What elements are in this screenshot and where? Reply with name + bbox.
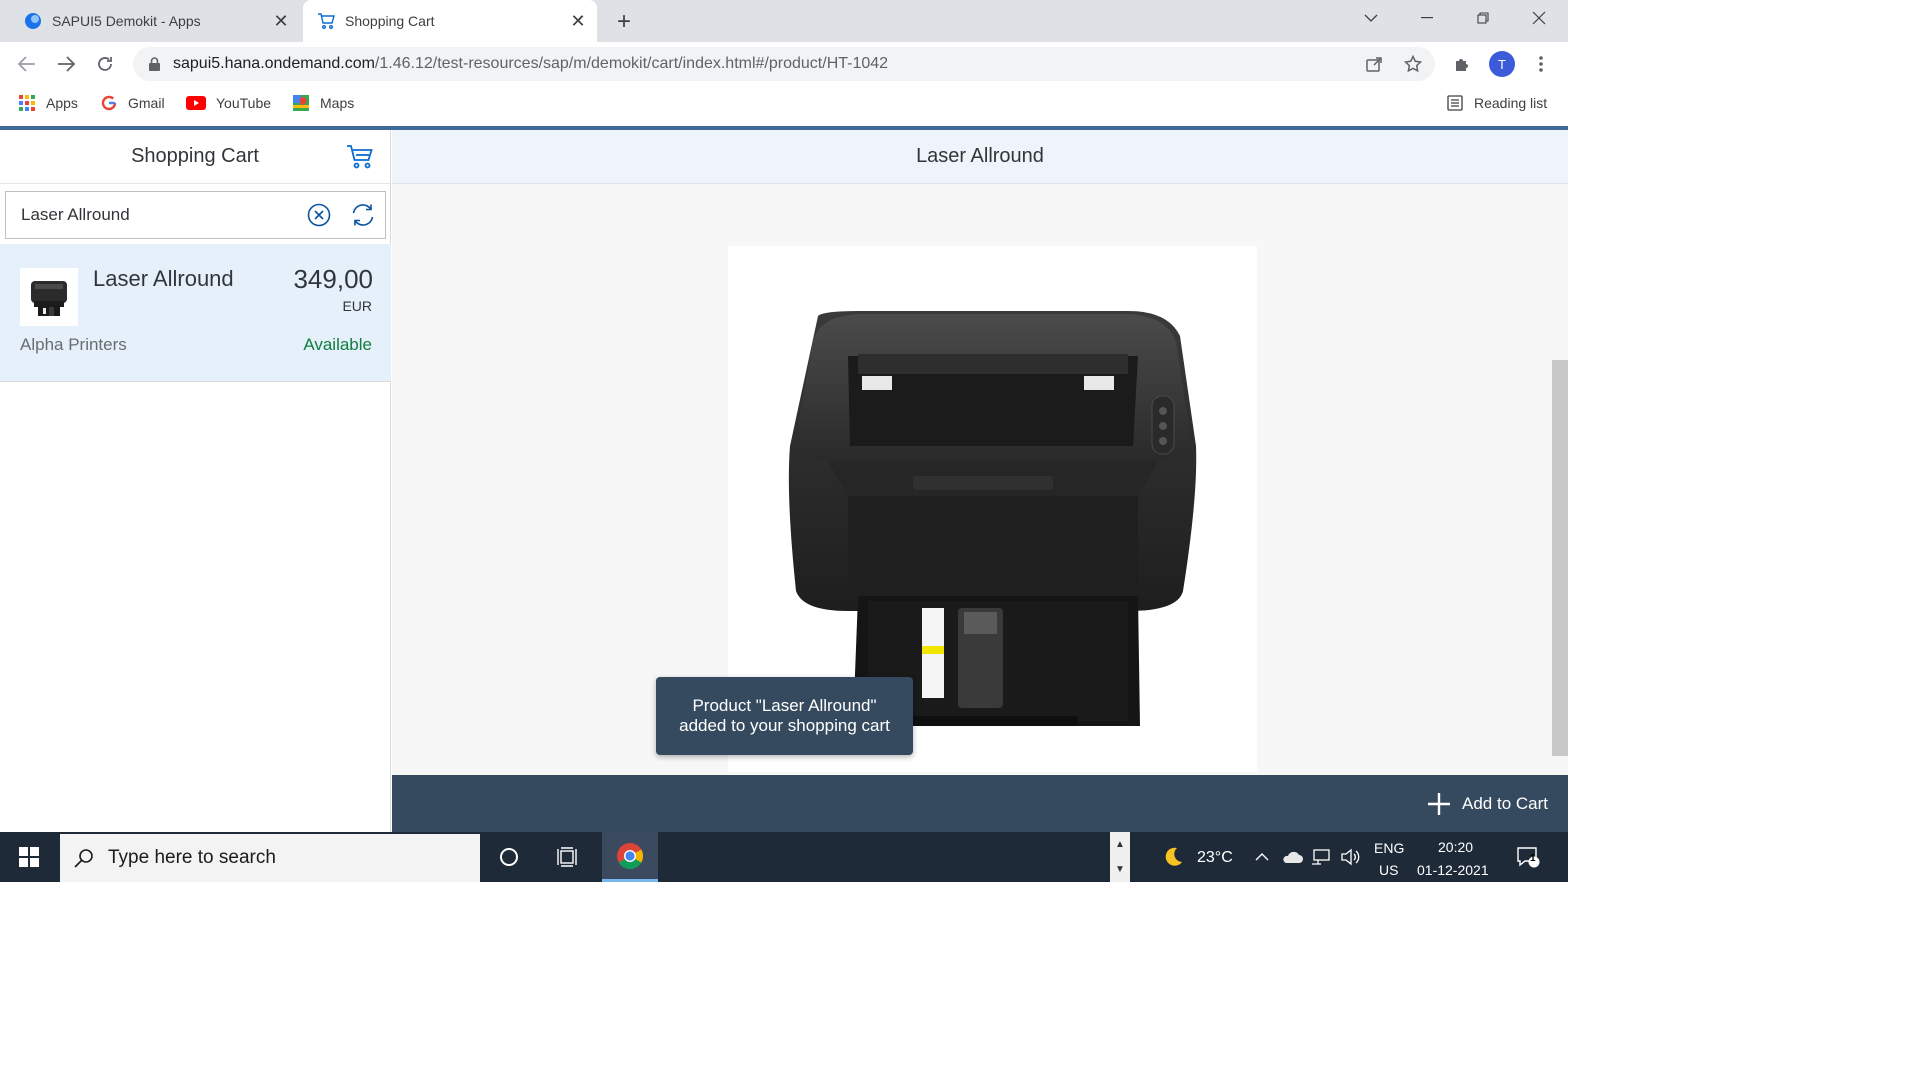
reading-list-button[interactable]: Reading list (1446, 92, 1547, 114)
product-currency: EUR (342, 298, 372, 314)
url-path: /1.46.12/test-resources/sap/m/demokit/ca… (374, 55, 889, 72)
bookmark-label: Maps (320, 95, 355, 111)
browser-tabstrip: SAPUI5 Demokit - Apps ✕ Shopping Cart ✕ … (0, 0, 1568, 42)
product-name: Laser Allround (93, 266, 234, 291)
cart-button[interactable] (346, 143, 374, 171)
onedrive-cloud-icon[interactable] (1278, 832, 1306, 882)
bookmark-maps[interactable]: Maps (292, 92, 354, 114)
bookmark-label: Apps (46, 95, 78, 111)
tab-title: SAPUI5 Demokit - Apps (52, 13, 201, 29)
windows-start-button[interactable] (0, 832, 58, 882)
cart-favicon-icon (317, 12, 335, 30)
bookmark-label: Gmail (128, 95, 165, 111)
product-list-item[interactable]: Laser Allround 349,00 EUR Alpha Printers… (0, 244, 391, 382)
clock-date[interactable]: 01-12-2021 (1417, 862, 1489, 878)
taskbar-search-box[interactable]: Type here to search (60, 834, 480, 882)
tab-search-chevron-icon[interactable] (1343, 0, 1399, 36)
added-to-cart-toast: Product "Laser Allround" added to your s… (656, 677, 913, 755)
extensions-icon[interactable] (1449, 51, 1475, 77)
bookmark-gmail[interactable]: Gmail (100, 92, 165, 114)
forward-button[interactable] (52, 50, 80, 78)
tab-shopping-cart[interactable]: Shopping Cart ✕ (303, 0, 597, 42)
weather-temperature[interactable]: 23°C (1197, 849, 1233, 867)
search-icon (60, 848, 108, 868)
chrome-taskbar-icon[interactable] (602, 832, 658, 882)
plus-icon (1426, 791, 1452, 817)
product-thumbnail (20, 268, 78, 326)
detail-header: Laser Allround (392, 130, 1568, 184)
windows-taskbar: Type here to search ▲ ▼ 23°C ENG US 20:20… (0, 832, 1568, 882)
share-icon[interactable] (1361, 51, 1387, 77)
profile-avatar[interactable]: T (1489, 51, 1515, 77)
search-input[interactable]: Laser Allround (6, 205, 297, 225)
tray-chevron-icon[interactable] (1248, 832, 1276, 882)
product-search-field[interactable]: Laser Allround (5, 191, 386, 239)
master-pane: Shopping Cart Laser Allround Laser Allro… (0, 130, 391, 832)
reading-list-icon (1446, 94, 1464, 112)
restore-button[interactable] (1455, 0, 1511, 36)
master-header: Shopping Cart (0, 130, 390, 184)
detail-pane: Laser Allround Product "Laser Allround" … (392, 130, 1568, 832)
master-title: Shopping Cart (131, 145, 259, 167)
product-price: 349,00 (293, 264, 373, 294)
network-icon[interactable] (1307, 832, 1335, 882)
detail-scrollbar[interactable] (1552, 360, 1568, 756)
lock-icon (147, 57, 161, 71)
notification-count: 1 (1530, 853, 1536, 864)
browser-menu-icon[interactable] (1528, 51, 1554, 77)
back-button[interactable] (13, 50, 41, 78)
bookmark-youtube[interactable]: YouTube (186, 92, 271, 114)
taskbar-search-placeholder: Type here to search (108, 847, 276, 868)
clock-time[interactable]: 20:20 (1438, 839, 1473, 855)
reload-button[interactable] (91, 50, 119, 78)
detail-title: Laser Allround (916, 145, 1044, 167)
cortana-icon[interactable] (481, 832, 537, 882)
maps-icon (292, 94, 310, 112)
browser-toolbar: sapui5.hana.ondemand.com/1.46.12/test-re… (0, 42, 1568, 86)
toast-line-2: added to your shopping cart (679, 716, 890, 735)
product-status: Available (303, 335, 372, 354)
google-g-icon (100, 94, 118, 112)
url-text: sapui5.hana.ondemand.com/1.46.12/test-re… (173, 55, 888, 73)
refresh-icon[interactable] (341, 193, 385, 237)
toast-line-1: Product "Laser Allround" (692, 696, 877, 715)
new-tab-button[interactable]: + (610, 8, 638, 36)
close-window-button[interactable] (1511, 0, 1567, 36)
add-to-cart-label: Add to Cart (1462, 794, 1548, 813)
product-supplier: Alpha Printers (20, 335, 127, 354)
shopping-cart-app: Shopping Cart Laser Allround Laser Allro… (0, 126, 1568, 832)
detail-footer: Add to Cart (392, 775, 1568, 832)
bookmark-apps[interactable]: Apps (18, 92, 78, 114)
tab-title: Shopping Cart (345, 13, 435, 29)
tab-close-icon[interactable]: ✕ (268, 8, 294, 34)
language-top[interactable]: ENG (1374, 840, 1404, 856)
url-host: sapui5.hana.ondemand.com (173, 55, 375, 72)
address-bar[interactable]: sapui5.hana.ondemand.com/1.46.12/test-re… (133, 47, 1435, 81)
volume-icon[interactable] (1336, 832, 1364, 882)
taskbar-scroll-arrows[interactable]: ▲ ▼ (1110, 832, 1130, 882)
reading-list-label: Reading list (1474, 95, 1548, 111)
bookmark-label: YouTube (216, 95, 272, 111)
youtube-icon (186, 94, 206, 112)
task-view-icon[interactable] (540, 832, 596, 882)
tab-sapui5-demokit[interactable]: SAPUI5 Demokit - Apps ✕ (10, 0, 300, 42)
language-bottom[interactable]: US (1379, 862, 1398, 878)
bookmarks-bar: Apps Gmail YouTube Maps Reading list (0, 86, 1568, 120)
add-to-cart-button[interactable]: Add to Cart (1426, 791, 1548, 817)
sapui5-favicon-icon (24, 12, 42, 30)
minimize-button[interactable] (1399, 0, 1455, 36)
weather-moon-icon (1148, 832, 1198, 882)
apps-grid-icon (18, 94, 36, 112)
tab-close-icon[interactable]: ✕ (565, 8, 591, 34)
notification-center-icon[interactable]: 1 (1506, 832, 1550, 882)
clear-search-icon[interactable] (297, 193, 341, 237)
bookmark-star-icon[interactable] (1400, 51, 1426, 77)
